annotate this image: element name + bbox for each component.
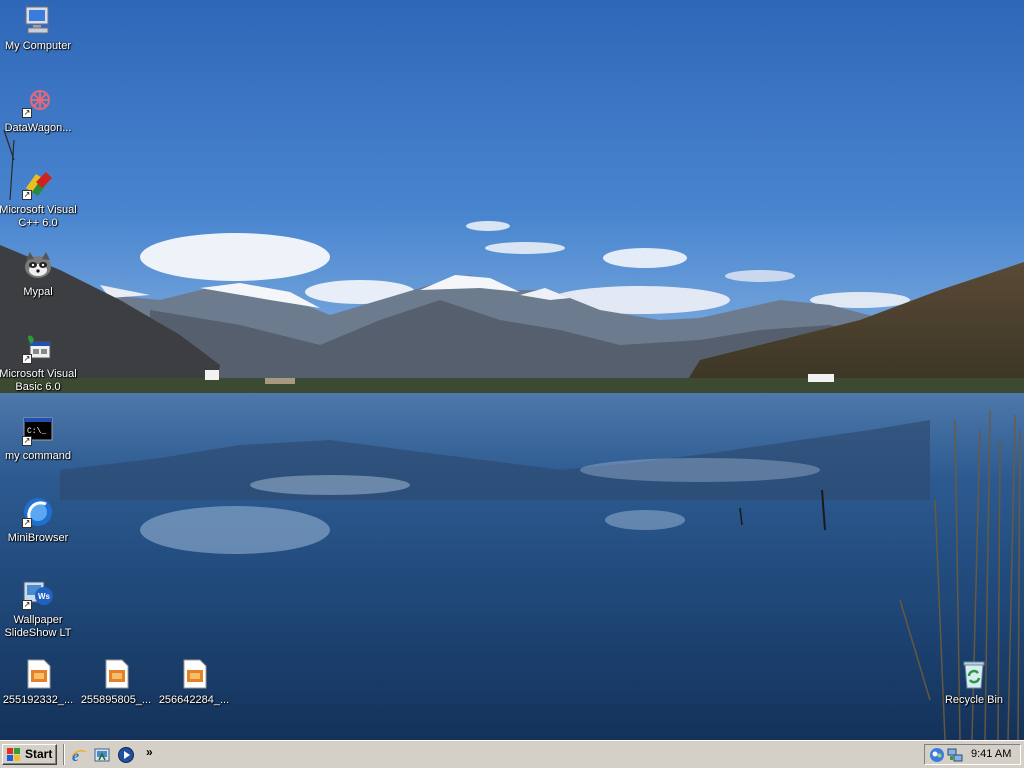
show-desktop-icon[interactable] [93,746,111,764]
visual-basic-icon: ↗ [22,332,54,364]
desktop-icon-label: My Computer [4,40,72,52]
datawagon-icon: ↗ [22,86,54,118]
desktop-icon-label: DataWagon... [4,122,72,134]
quick-launch-overflow-icon[interactable]: » [146,745,153,759]
shortcut-arrow-icon: ↗ [22,354,32,364]
shortcut-arrow-icon: ↗ [22,108,32,118]
desktop-icon-minibrowser[interactable]: ↗ MiniBrowser [0,496,78,545]
desktop-icon-label: Microsoft Visual Basic 6.0 [0,368,77,393]
desktop-icon-my-computer[interactable]: My Computer [0,4,78,53]
desktop-icon-wallpaper-slideshow[interactable]: Ws ↗ Wallpaper SlideShow LT [0,578,78,640]
desktop-icon-label: Microsoft Visual C++ 6.0 [0,204,77,229]
desktop-icon-visual-cpp[interactable]: ↗ Microsoft Visual C++ 6.0 [0,168,78,230]
desktop-icon-my-command[interactable]: C:\_ ↗ my command [0,414,78,463]
recycle-bin-icon [958,658,990,690]
desktop-icon-label: 255895805_... [80,694,152,706]
internet-explorer-icon[interactable]: e [70,746,88,764]
windows-logo-icon [7,748,20,761]
start-label: Start [25,747,53,761]
shortcut-arrow-icon: ↗ [22,600,32,610]
start-button[interactable]: Start [2,744,57,765]
minibrowser-icon: ↗ [22,496,54,528]
svg-text:C:\_: C:\_ [27,427,46,436]
desktop-wallpaper [0,0,1024,740]
taskbar: Start e » 9:41 AM [0,740,1024,768]
desktop-icon-label: Wallpaper SlideShow LT [4,614,72,639]
svg-text:e: e [72,748,79,764]
desktop-icon-label: 256642284_... [158,694,230,706]
desktop-icon-datawagon[interactable]: ↗ DataWagon... [0,86,78,135]
image-file-icon [22,658,54,690]
desktop-icon-label: Recycle Bin [944,694,1004,706]
desktop-icon-label: my command [4,450,72,462]
desktop-icon-mypal[interactable]: Mypal [0,250,78,299]
command-prompt-icon: C:\_ ↗ [22,414,54,446]
quick-launch-separator [63,744,65,765]
desktop-icon-recycle-bin[interactable]: Recycle Bin [934,658,1014,707]
shortcut-arrow-icon: ↗ [22,436,32,446]
wallpaper-slideshow-icon: Ws ↗ [22,578,54,610]
image-file-icon [178,658,210,690]
desktop-icon-label: MiniBrowser [7,532,69,544]
visual-cpp-icon: ↗ [22,168,54,200]
mypal-raccoon-icon [22,250,54,282]
media-player-icon[interactable] [117,746,135,764]
network-icon[interactable] [947,747,963,763]
my-computer-icon [22,4,54,36]
desktop-icon-label: 255192332_... [2,694,74,706]
desktop-icon-file-255895805[interactable]: 255895805_... [76,658,156,707]
image-file-icon [100,658,132,690]
desktop-icon-file-256642284[interactable]: 256642284_... [154,658,234,707]
desktop-icon-visual-basic[interactable]: ↗ Microsoft Visual Basic 6.0 [0,332,78,394]
messenger-icon[interactable] [929,747,945,763]
svg-text:Ws: Ws [38,592,51,601]
desktop-icon-label: Mypal [23,286,53,298]
shortcut-arrow-icon: ↗ [22,190,32,200]
shortcut-arrow-icon: ↗ [22,518,32,528]
system-tray: 9:41 AM [924,744,1021,765]
desktop-icon-file-255192332[interactable]: 255192332_... [0,658,78,707]
clock[interactable]: 9:41 AM [971,748,1011,760]
